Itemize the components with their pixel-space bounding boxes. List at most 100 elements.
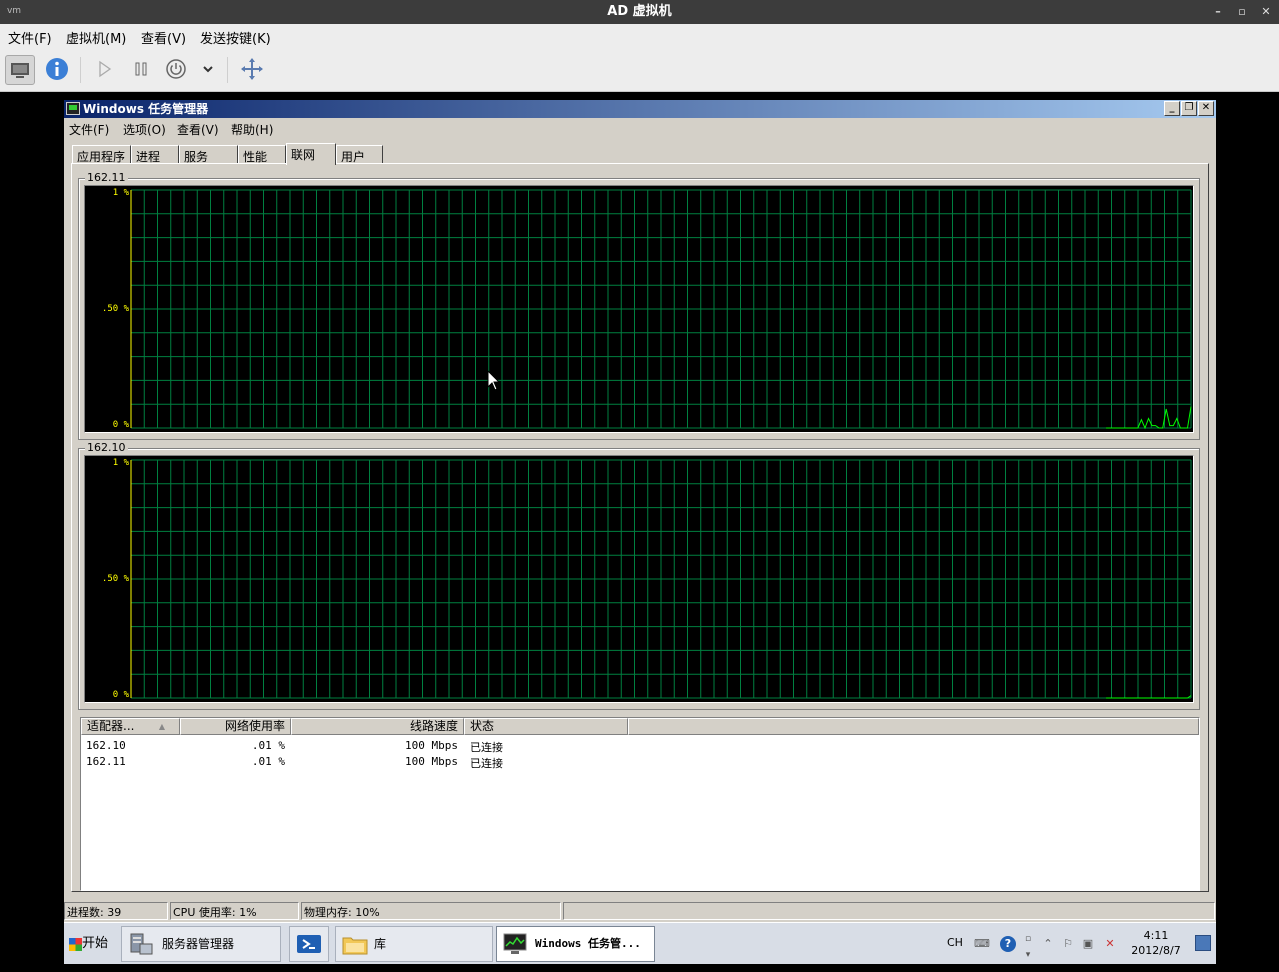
col-empty xyxy=(628,718,1199,735)
pause-button[interactable] xyxy=(126,55,156,85)
tm-close-icon[interactable]: ✕ xyxy=(1198,101,1214,116)
tab-services[interactable]: 服务 xyxy=(179,145,238,164)
graph-title: 162.10 xyxy=(85,441,128,455)
show-desktop-icon[interactable] xyxy=(1195,935,1211,951)
tm-menu-file[interactable]: 文件(F) xyxy=(69,121,109,138)
network-chart-162-11 xyxy=(130,189,1192,430)
minimize-icon[interactable]: – xyxy=(1206,0,1230,24)
power-icon xyxy=(166,59,186,79)
network-graph: 1 % .50 % 0 % xyxy=(84,185,1194,433)
col-status[interactable]: 状态 xyxy=(464,718,628,735)
host-title-bar: vm AD 虚拟机 – ▫ ✕ xyxy=(0,0,1279,24)
tab-users[interactable]: 用户 xyxy=(336,145,383,164)
network-graph: 1 % .50 % 0 % xyxy=(84,455,1194,703)
task-task-manager[interactable]: Windows 任务管... xyxy=(496,926,655,962)
cell-adapter: 162.11 xyxy=(86,755,126,768)
host-toolbar xyxy=(0,49,1279,92)
fit-window-button[interactable] xyxy=(237,55,267,85)
cell-status: 已连接 xyxy=(470,757,503,770)
close-icon[interactable]: ✕ xyxy=(1254,0,1278,24)
table-row[interactable]: 162.11 .01 % 100 Mbps 已连接 xyxy=(81,753,1199,770)
task-server-manager[interactable]: 服务器管理器 xyxy=(121,926,281,962)
show-hidden-icons-icon[interactable]: ⌃ xyxy=(1040,936,1056,952)
task-manager-menubar: 文件(F) 选项(O) 查看(V) 帮助(H) xyxy=(64,118,1216,138)
tm-menu-options[interactable]: 选项(O) xyxy=(123,121,166,138)
network-icon[interactable]: ▣ xyxy=(1080,936,1096,952)
start-button[interactable]: 开始 xyxy=(65,926,111,962)
vm-app-icon: vm xyxy=(6,6,22,16)
cell-speed: 100 Mbps xyxy=(405,739,458,752)
adapter-list[interactable]: 适配器... ▲ 网络使用率 线路速度 状态 162.10 .01 % 100 M… xyxy=(80,717,1200,891)
options-icon[interactable]: ▫ ▾ xyxy=(1020,931,1036,960)
menu-send-keys[interactable]: 发送按键(K) xyxy=(200,28,271,47)
toolbar-separator xyxy=(227,57,228,83)
table-row[interactable]: 162.10 .01 % 100 Mbps 已连接 xyxy=(81,737,1199,754)
graph-title: 162.11 xyxy=(85,171,128,185)
col-usage[interactable]: 网络使用率 xyxy=(180,718,291,735)
status-cpu: CPU 使用率: 1% xyxy=(170,902,299,920)
taskbar: 开始 服务器管理器 库 Windows 任务管... CH ⌨ ? ▫ ▾ ⌃ ⚐… xyxy=(64,922,1216,964)
task-label: 服务器管理器 xyxy=(162,937,235,951)
graph-group-162-10: 162.10 1 % .50 % 0 % xyxy=(78,441,1200,710)
play-button[interactable] xyxy=(89,55,119,85)
list-header: 适配器... ▲ 网络使用率 线路速度 状态 xyxy=(81,718,1199,735)
task-manager-status-bar: 进程数: 39 CPU 使用率: 1% 物理内存: 10% xyxy=(64,901,1216,921)
chevron-down-icon xyxy=(203,66,213,73)
network-chart-162-10 xyxy=(130,459,1192,699)
pause-icon xyxy=(135,62,147,76)
powershell-icon xyxy=(297,935,321,953)
task-label: Windows 任务管... xyxy=(535,937,641,950)
help-icon[interactable]: ? xyxy=(1000,936,1016,952)
keyboard-icon[interactable]: ⌨ xyxy=(974,936,990,952)
info-icon xyxy=(46,58,68,80)
menu-file[interactable]: 文件(F) xyxy=(8,28,52,47)
task-manager-title: Windows 任务管理器 xyxy=(83,102,209,116)
action-center-flag-icon[interactable]: ⚐ xyxy=(1060,936,1076,952)
task-powershell[interactable] xyxy=(289,926,329,962)
toolbar-separator xyxy=(80,57,81,83)
clock-date[interactable]: 2012/8/7 xyxy=(1125,944,1187,957)
power-dropdown[interactable] xyxy=(193,55,223,85)
language-indicator[interactable]: CH xyxy=(947,936,963,949)
status-processes: 进程数: 39 xyxy=(64,902,168,920)
tm-restore-icon[interactable]: ❐ xyxy=(1181,101,1197,116)
tab-networking[interactable]: 联网 xyxy=(286,143,336,165)
cell-speed: 100 Mbps xyxy=(405,755,458,768)
task-manager-icon xyxy=(66,102,80,115)
clock-time[interactable]: 4:11 xyxy=(1131,929,1181,942)
tab-applications[interactable]: 应用程序 xyxy=(72,145,131,164)
mouse-cursor-icon xyxy=(487,370,501,391)
status-empty xyxy=(563,902,1215,920)
task-manager-icon xyxy=(503,933,527,954)
monitor-icon xyxy=(11,63,29,78)
maximize-icon[interactable]: ▫ xyxy=(1230,0,1254,24)
system-tray: CH ⌨ ? ▫ ▾ ⌃ ⚐ ▣ ✕ 4:11 2012/8/7 xyxy=(941,923,1216,965)
tab-performance[interactable]: 性能 xyxy=(238,145,286,164)
task-library[interactable]: 库 xyxy=(335,926,493,962)
windows-logo-icon xyxy=(69,938,82,951)
fit-window-icon xyxy=(241,58,263,80)
sort-asc-icon: ▲ xyxy=(158,722,165,731)
start-label: 开始 xyxy=(81,936,108,951)
power-button[interactable] xyxy=(161,55,191,85)
tm-menu-view[interactable]: 查看(V) xyxy=(177,121,219,138)
col-adapter[interactable]: 适配器... ▲ xyxy=(81,718,180,735)
server-manager-icon xyxy=(130,933,153,955)
col-adapter-label: 适配器... xyxy=(87,719,135,733)
status-memory: 物理内存: 10% xyxy=(301,902,561,920)
host-window-title: AD 虚拟机 xyxy=(607,4,672,19)
tab-processes[interactable]: 进程 xyxy=(131,145,179,164)
folder-icon xyxy=(342,937,368,955)
details-button[interactable] xyxy=(42,55,72,85)
cell-usage: .01 % xyxy=(251,739,285,752)
task-manager-title-bar: Windows 任务管理器 _ ❐ ✕ xyxy=(64,100,1216,118)
col-speed[interactable]: 线路速度 xyxy=(291,718,464,735)
menu-vm[interactable]: 虚拟机(M) xyxy=(66,28,126,47)
host-menubar: 文件(F) 虚拟机(M) 查看(V) 发送按键(K) xyxy=(0,24,1279,49)
cell-usage: .01 % xyxy=(251,755,285,768)
console-view-button[interactable] xyxy=(5,55,35,85)
menu-view[interactable]: 查看(V) xyxy=(141,28,186,47)
tm-menu-help[interactable]: 帮助(H) xyxy=(231,121,273,138)
volume-muted-icon[interactable]: ✕ xyxy=(1102,936,1118,952)
tm-minimize-icon[interactable]: _ xyxy=(1164,101,1180,116)
